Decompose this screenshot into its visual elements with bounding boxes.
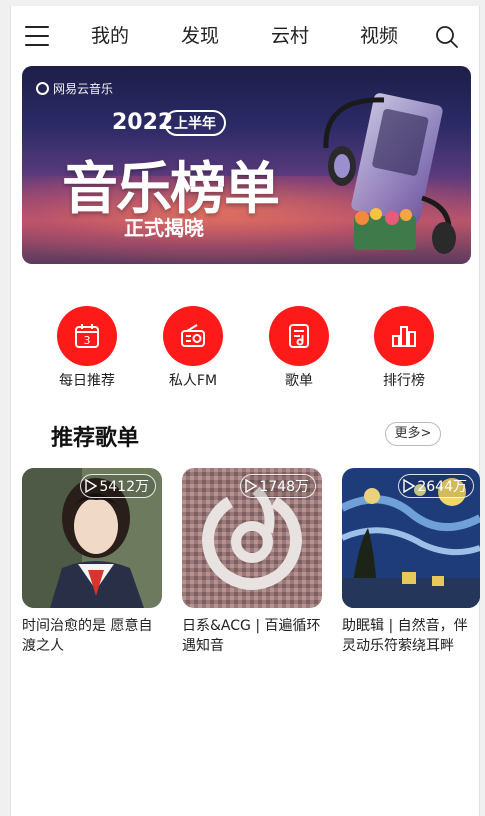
more-button[interactable]: 更多> [385, 422, 441, 446]
playlist-title: 时间治愈的是 愿意自渡之人 [22, 618, 153, 654]
tab-discover[interactable]: 发现 [181, 24, 219, 48]
section-title: 推荐歌单 [51, 426, 140, 451]
tab-video[interactable]: 视频 [360, 24, 398, 48]
playlist-cover: 2644万 [342, 468, 480, 608]
quick-personal-fm[interactable]: 私人FM [153, 306, 233, 390]
play-icon [403, 479, 416, 493]
playlist-card[interactable]: 1748万 日系&ACG | 百遍循环遇知音 [182, 468, 324, 656]
top-nav: 我的 发现 云村 视频 [11, 6, 481, 66]
play-count-value: 2644万 [417, 479, 467, 495]
play-count: 1748万 [240, 474, 316, 498]
tab-village[interactable]: 云村 [271, 24, 309, 48]
banner-half-year: 上半年 [164, 110, 226, 136]
playlist-card[interactable]: 2644万 助眠辑 | 自然音，伴灵动乐符萦绕耳畔 [342, 468, 480, 656]
netease-logo-icon [36, 82, 49, 95]
menu-icon[interactable] [25, 26, 49, 46]
calendar-day: 3 [84, 334, 91, 347]
search-icon[interactable] [435, 25, 459, 49]
bar-chart-icon [374, 306, 434, 366]
playlist-title: 助眠辑 | 自然音，伴灵动乐符萦绕耳畔 [342, 618, 468, 654]
radio-icon [163, 306, 223, 366]
play-icon [245, 479, 258, 493]
brand-logo: 网易云音乐 [36, 80, 113, 97]
quick-label: 每日推荐 [59, 373, 115, 389]
play-count-value: 1748万 [259, 479, 309, 495]
quick-label: 排行榜 [383, 373, 425, 389]
playlist-cover: 1748万 [182, 468, 322, 608]
brand-name: 网易云音乐 [53, 82, 114, 96]
playlist-card[interactable]: 5412万 时间治愈的是 愿意自渡之人 [22, 468, 164, 656]
play-count-value: 5412万 [99, 479, 149, 495]
playlist-title: 日系&ACG | 百遍循环遇知音 [182, 618, 321, 654]
headphones-music-art [323, 93, 456, 254]
quick-playlist[interactable]: 歌单 [259, 306, 339, 390]
banner-subtitle: 正式揭晓 [124, 216, 204, 240]
play-count: 2644万 [398, 474, 474, 498]
quick-daily-recommend[interactable]: 3 每日推荐 [47, 306, 127, 390]
quick-rankings[interactable]: 排行榜 [364, 306, 444, 390]
promo-banner[interactable]: 网易云音乐 2022 上半年 音乐榜单 正式揭晓 [22, 66, 471, 264]
play-icon [85, 479, 98, 493]
calendar-icon: 3 [57, 306, 117, 366]
tab-mine[interactable]: 我的 [91, 24, 129, 48]
playlist-cover: 5412万 [22, 468, 162, 608]
app-page: 我的 发现 云村 视频 网易云音乐 2022 上半年 音乐榜单 正式揭晓 3 每… [10, 6, 480, 816]
play-count: 5412万 [80, 474, 156, 498]
quick-label: 私人FM [168, 373, 218, 389]
playlist-icon [269, 306, 329, 366]
quick-label: 歌单 [285, 373, 313, 389]
